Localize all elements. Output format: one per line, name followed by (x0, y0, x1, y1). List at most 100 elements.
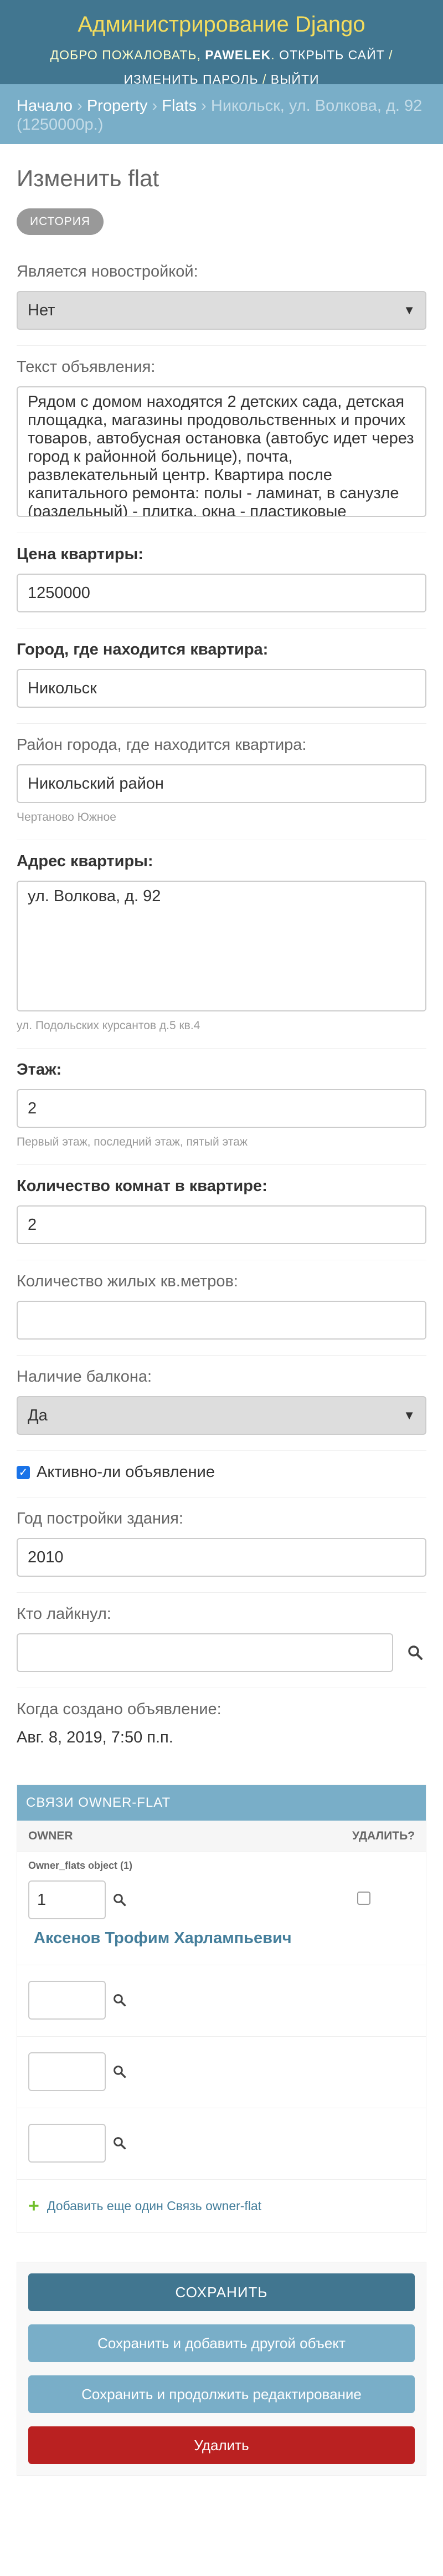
field-address: Адрес квартиры: ул. Волкова, д. 92 ул. П… (17, 840, 426, 1049)
owner-id-input[interactable] (28, 2124, 106, 2163)
add-another-link[interactable]: Добавить еще один Связь owner-flat (47, 2199, 261, 2214)
add-another-row[interactable]: + Добавить еще один Связь owner-flat (17, 2180, 426, 2232)
plus-icon: + (28, 2195, 39, 2216)
address-textarea[interactable]: ул. Волкова, д. 92 (17, 881, 426, 1011)
owner-link[interactable]: Аксенов Трофим Харлампьевич (34, 1919, 292, 1950)
inline-owner-flat: Связи owner-flat Owner Удалить? Owner_fl… (17, 1785, 426, 2233)
logout-link[interactable]: Выйти (271, 72, 320, 86)
field-label: Кто лайкнул: (17, 1605, 111, 1623)
field-label: Год постройки здания: (17, 1510, 183, 1527)
new-building-select[interactable]: Нет ▼ (17, 291, 426, 330)
field-district: Район города, где находится квартира: Ни… (17, 724, 426, 840)
field-label: Адрес квартиры: (17, 852, 153, 870)
liked-by-row (17, 1633, 426, 1672)
inline-col-owner: Owner (28, 1829, 73, 1842)
field-liked-by: Кто лайкнул: (17, 1593, 426, 1688)
breadcrumb-separator: › (77, 97, 83, 115)
inline-header: Owner Удалить? (17, 1821, 426, 1852)
field-label: Количество комнат в квартире: (17, 1177, 267, 1195)
floor-input[interactable]: 2 (17, 1089, 426, 1128)
district-input[interactable]: Никольский район (17, 764, 426, 803)
owner-id-input[interactable] (28, 2052, 106, 2091)
field-living-area: Количество жилых кв.метров: (17, 1260, 426, 1356)
search-icon[interactable] (111, 1889, 128, 1911)
field-floor: Этаж: 2 Первый этаж, последний этаж, пят… (17, 1049, 426, 1165)
field-label: Когда создано объявление: (17, 1700, 222, 1718)
separator: / (389, 48, 393, 62)
breadcrumb: Начало › Property › Flats › Никольск, ул… (0, 84, 443, 144)
field-new-building: Является новостройкой: Нет ▼ (17, 251, 426, 346)
field-price: Цена квартиры: 1250000 (17, 533, 426, 628)
field-balcony: Наличие балкона: Да ▼ (17, 1356, 426, 1451)
field-active: ✓ Активно-ли объявление (17, 1451, 426, 1497)
select-value: Да (28, 1407, 48, 1424)
history-button[interactable]: История (17, 208, 104, 235)
field-label: Наличие балкона: (17, 1368, 152, 1386)
search-icon[interactable] (111, 2061, 128, 2083)
description-textarea[interactable]: Рядом с домом находятся 2 детских сада, … (17, 386, 426, 517)
content: Изменить flat История Является новострой… (0, 165, 443, 2476)
inline-object-label: Owner_flats object (1) (28, 1860, 133, 1871)
help-text: ул. Подольских курсантов д.5 кв.4 (17, 1019, 200, 1032)
active-checkbox[interactable]: ✓ (17, 1465, 30, 1479)
breadcrumb-model[interactable]: Flats (162, 97, 197, 115)
save-button[interactable]: Сохранить (28, 2273, 415, 2311)
living-area-input[interactable] (17, 1301, 426, 1340)
inline-empty-row (17, 2108, 426, 2180)
field-label: Этаж: (17, 1061, 62, 1079)
owner-id-input[interactable] (28, 1981, 106, 2020)
field-created-at: Когда создано объявление: Авг. 8, 2019, … (17, 1688, 426, 1762)
search-icon[interactable] (111, 2132, 128, 2154)
breadcrumb-home[interactable]: Начало (17, 97, 73, 115)
field-town: Город, где находится квартира: Никольск (17, 628, 426, 724)
balcony-select[interactable]: Да ▼ (17, 1396, 426, 1435)
welcome-text: Добро пожаловать, (50, 48, 201, 62)
save-and-continue-button[interactable]: Сохранить и продолжить редактирование (28, 2375, 415, 2413)
username: PAWELEK (205, 48, 271, 62)
owner-id-input[interactable]: 1 (28, 1880, 106, 1919)
header: Администрирование Django Добро пожаловат… (0, 0, 443, 86)
price-input[interactable]: 1250000 (17, 574, 426, 612)
site-name[interactable]: Администрирование Django (17, 12, 426, 37)
field-label: Район города, где находится квартира: (17, 736, 307, 754)
chevron-down-icon: ▼ (403, 303, 415, 317)
field-label: Текст объявления: (17, 358, 156, 376)
created-at-value: Авг. 8, 2019, 7:50 п.п. (17, 1729, 173, 1746)
separator: / (262, 72, 267, 86)
inline-title: Связи owner-flat (17, 1785, 426, 1821)
help-text: Чертаново Южное (17, 811, 116, 824)
page-title: Изменить flat (17, 165, 159, 191)
field-rooms: Количество комнат в квартире: 2 (17, 1165, 426, 1260)
field-label: Цена квартиры: (17, 545, 143, 563)
town-input[interactable]: Никольск (17, 669, 426, 708)
field-label: Активно-ли объявление (37, 1463, 215, 1481)
breadcrumb-separator: › (152, 97, 158, 115)
delete-checkbox[interactable] (357, 1892, 370, 1905)
breadcrumb-app[interactable]: Property (87, 97, 148, 115)
inline-owner-cell: 1 Аксенов Трофим Харлампьевич (28, 1880, 338, 1950)
inline-empty-row (17, 2037, 426, 2108)
field-construction-year: Год постройки здания: 2010 (17, 1497, 426, 1593)
delete-button[interactable]: Удалить (28, 2426, 415, 2464)
rooms-input[interactable]: 2 (17, 1205, 426, 1244)
field-description: Текст объявления: Рядом с домом находятс… (17, 346, 426, 533)
submit-row: Сохранить Сохранить и добавить другой об… (17, 2262, 426, 2476)
change-password-link[interactable]: Изменить пароль (123, 72, 258, 86)
field-label: Является новостройкой: (17, 263, 198, 280)
inline-empty-row (17, 1965, 426, 2037)
field-label: Количество жилых кв.метров: (17, 1272, 238, 1290)
view-site-link[interactable]: Открыть сайт (279, 48, 385, 62)
construction-year-input[interactable]: 2010 (17, 1538, 426, 1577)
field-label: Город, где находится квартира: (17, 641, 269, 658)
select-value: Нет (28, 301, 55, 319)
inline-row: 1 Аксенов Трофим Харлампьевич (17, 1874, 426, 1965)
breadcrumb-separator: › (201, 97, 207, 115)
liked-by-input[interactable] (17, 1633, 393, 1672)
help-text: Первый этаж, последний этаж, пятый этаж (17, 1136, 248, 1148)
inline-col-delete: Удалить? (352, 1829, 415, 1842)
search-icon[interactable] (111, 1989, 128, 2011)
chevron-down-icon: ▼ (403, 1408, 415, 1422)
active-row: ✓ Активно-ли объявление (17, 1463, 426, 1481)
search-icon[interactable] (404, 1642, 426, 1664)
save-and-add-button[interactable]: Сохранить и добавить другой объект (28, 2324, 415, 2362)
